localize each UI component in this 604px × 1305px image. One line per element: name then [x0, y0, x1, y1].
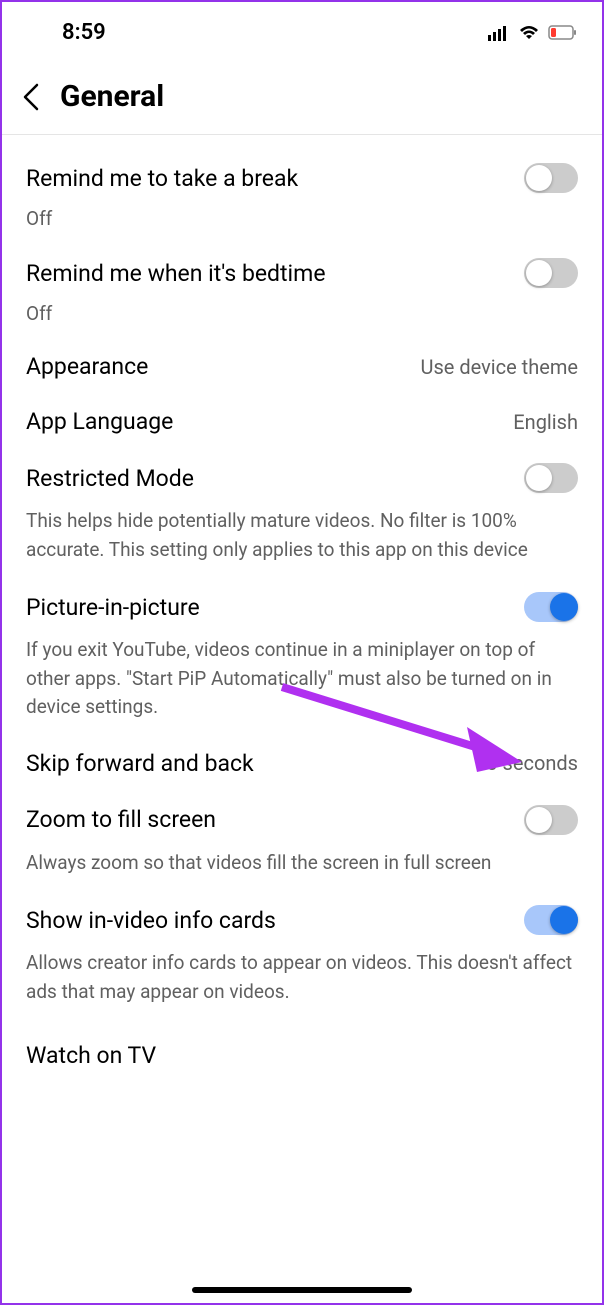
- toggle-remind-break[interactable]: [524, 163, 578, 193]
- toggle-info-cards[interactable]: [524, 905, 578, 935]
- status-icons: [488, 25, 578, 41]
- setting-desc: Always zoom so that videos fill the scre…: [26, 849, 578, 878]
- setting-desc: This helps hide potentially mature video…: [26, 507, 578, 564]
- setting-watch-on-tv[interactable]: Watch on TV: [26, 1006, 578, 1069]
- status-time: 8:59: [62, 20, 106, 45]
- setting-info-cards[interactable]: Show in-video info cards Allows creator …: [26, 877, 578, 1006]
- back-button[interactable]: [22, 83, 40, 111]
- setting-picture-in-picture[interactable]: Picture-in-picture If you exit YouTube, …: [26, 564, 578, 722]
- setting-title: Restricted Mode: [26, 465, 194, 492]
- setting-title: Skip forward and back: [26, 750, 254, 777]
- cellular-signal-icon: [488, 25, 510, 41]
- setting-value: 10 seconds: [475, 751, 578, 775]
- setting-remind-break[interactable]: Remind me to take a break Off: [26, 135, 578, 230]
- setting-value: English: [513, 410, 578, 434]
- wifi-icon: [518, 25, 540, 41]
- setting-subtitle: Off: [26, 207, 578, 230]
- page-title: General: [60, 79, 164, 114]
- setting-title: Show in-video info cards: [26, 907, 276, 934]
- setting-value: Use device theme: [420, 355, 578, 379]
- setting-remind-bedtime[interactable]: Remind me when it's bedtime Off: [26, 230, 578, 325]
- toggle-picture-in-picture[interactable]: [524, 592, 578, 622]
- toggle-zoom-fill[interactable]: [524, 805, 578, 835]
- setting-title: App Language: [26, 408, 173, 435]
- setting-restricted-mode[interactable]: Restricted Mode This helps hide potentia…: [26, 435, 578, 564]
- setting-title: Remind me to take a break: [26, 165, 298, 192]
- setting-title: Appearance: [26, 353, 148, 380]
- toggle-remind-bedtime[interactable]: [524, 258, 578, 288]
- settings-list: Remind me to take a break Off Remind me …: [2, 135, 602, 1069]
- setting-title: Picture-in-picture: [26, 594, 200, 621]
- setting-title: Remind me when it's bedtime: [26, 260, 326, 287]
- setting-skip-forward-back[interactable]: Skip forward and back 10 seconds: [26, 722, 578, 777]
- battery-low-icon: [548, 25, 578, 41]
- toggle-restricted-mode[interactable]: [524, 463, 578, 493]
- status-bar: 8:59: [2, 2, 602, 55]
- home-indicator[interactable]: [192, 1287, 412, 1293]
- setting-desc: Allows creator info cards to appear on v…: [26, 949, 578, 1006]
- setting-zoom-fill[interactable]: Zoom to fill screen Always zoom so that …: [26, 777, 578, 878]
- setting-desc: If you exit YouTube, videos continue in …: [26, 636, 578, 722]
- setting-title: Watch on TV: [26, 1042, 156, 1069]
- setting-subtitle: Off: [26, 302, 578, 325]
- setting-appearance[interactable]: Appearance Use device theme: [26, 325, 578, 380]
- setting-title: Zoom to fill screen: [26, 806, 216, 833]
- setting-app-language[interactable]: App Language English: [26, 380, 578, 435]
- header: General: [2, 55, 602, 135]
